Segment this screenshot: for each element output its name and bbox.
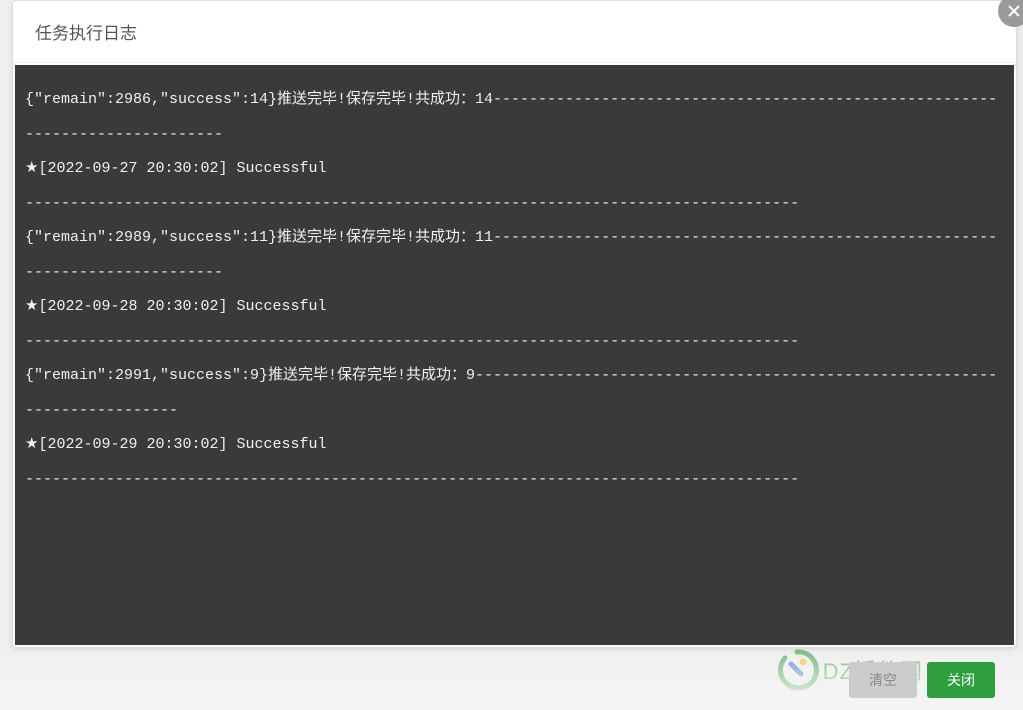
log-line: ★[2022-09-28 20:30:02] Successful [25,290,1004,325]
modal-title: 任务执行日志 [35,19,994,44]
log-output[interactable]: {"remain":2986,"success":14}推送完毕!保存完毕!共成… [15,65,1014,645]
log-line: ----------------------------------------… [25,187,1004,222]
close-button[interactable]: 关闭 [927,662,995,698]
log-modal: 任务执行日志 {"remain":2986,"success":14}推送完毕!… [12,0,1017,648]
clear-button[interactable]: 清空 [849,662,917,698]
log-line: ★[2022-09-27 20:30:02] Successful [25,152,1004,187]
log-line: {"remain":2986,"success":14}推送完毕!保存完毕!共成… [25,83,1004,152]
log-line: {"remain":2989,"success":11}推送完毕!保存完毕!共成… [25,221,1004,290]
modal-header: 任务执行日志 [13,1,1016,63]
modal-footer: 清空 关闭 [0,650,1023,710]
log-line: ----------------------------------------… [25,325,1004,360]
log-line: ----------------------------------------… [25,463,1004,498]
log-line: {"remain":2991,"success":9}推送完毕!保存完毕!共成功… [25,359,1004,428]
x-icon [1006,3,1022,19]
log-line: ★[2022-09-29 20:30:02] Successful [25,428,1004,463]
